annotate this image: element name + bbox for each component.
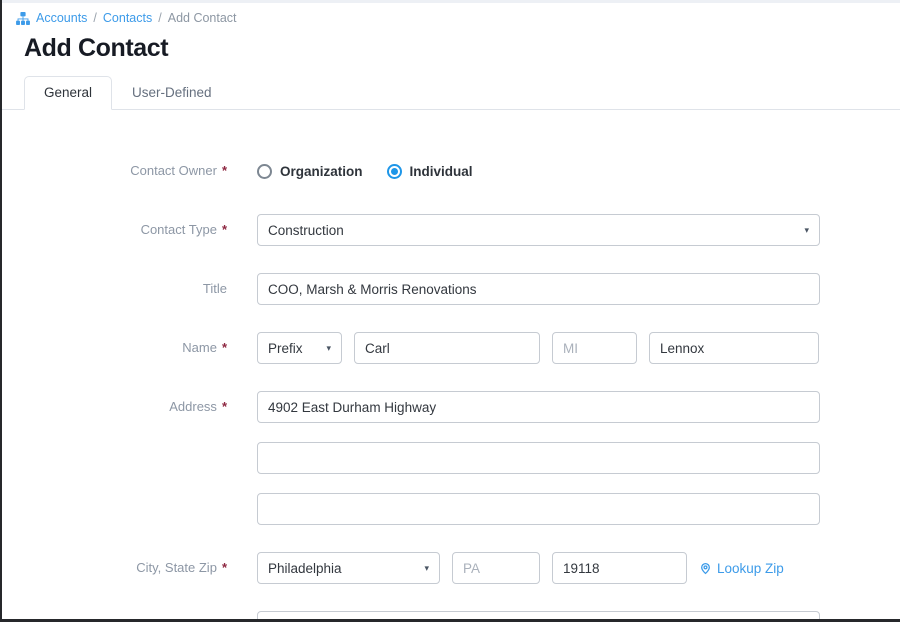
contact-owner-label: Contact Owner * (2, 155, 227, 187)
name-label: Name * (2, 332, 227, 364)
chevron-down-icon: ▾ (804, 226, 809, 235)
form-row-address-2 (2, 442, 900, 474)
form-row-name: Name * Prefix ▾ (2, 332, 900, 364)
form-row-title: Title (2, 273, 900, 305)
email-input[interactable] (257, 611, 820, 622)
page-title: Add Contact (24, 34, 900, 63)
breadcrumb-separator: / (93, 11, 96, 25)
name-prefix-select[interactable]: Prefix ▾ (257, 332, 342, 364)
city-state-zip-label: City, State Zip * (2, 552, 227, 584)
address-label: Address * (2, 391, 227, 423)
label-text: Contact Owner (130, 163, 217, 178)
lookup-zip-label: Lookup Zip (717, 561, 784, 576)
email-label: Email (2, 611, 227, 622)
breadcrumb-contacts[interactable]: Contacts (103, 11, 152, 25)
lookup-zip-link[interactable]: Lookup Zip (699, 561, 784, 576)
label-text: Title (203, 281, 227, 296)
title-input[interactable] (257, 273, 820, 305)
radio-individual-label: Individual (410, 164, 473, 179)
radio-selected-icon[interactable] (387, 164, 402, 179)
label-text: Contact Type (141, 222, 217, 237)
radio-organization[interactable]: Organization (257, 164, 363, 179)
address-line3-input[interactable] (257, 493, 820, 525)
form-row-contact-type: Contact Type * Construction ▾ (2, 214, 900, 246)
address-line1-input[interactable] (257, 391, 820, 423)
first-name-input[interactable] (354, 332, 540, 364)
contact-owner-radio-group: Organization Individual (257, 155, 473, 187)
title-label: Title (2, 273, 227, 305)
radio-individual[interactable]: Individual (387, 164, 473, 179)
breadcrumb: Accounts / Contacts / Add Contact (2, 3, 900, 25)
last-name-input[interactable] (649, 332, 819, 364)
form-row-contact-owner: Contact Owner * Organization Individual (2, 155, 900, 187)
required-marker: * (222, 222, 227, 237)
tab-general[interactable]: General (24, 76, 112, 110)
city-value: Philadelphia (268, 561, 342, 576)
breadcrumb-accounts[interactable]: Accounts (36, 11, 87, 25)
radio-organization-label: Organization (280, 164, 363, 179)
contact-type-value: Construction (268, 223, 344, 238)
contact-type-label: Contact Type * (2, 214, 227, 246)
city-select[interactable]: Philadelphia ▾ (257, 552, 440, 584)
tab-bar: General User-Defined (2, 76, 900, 110)
tab-user-defined[interactable]: User-Defined (112, 76, 232, 109)
chevron-down-icon: ▾ (424, 564, 429, 573)
map-pin-icon (699, 561, 712, 576)
required-marker: * (222, 399, 227, 414)
breadcrumb-current: Add Contact (168, 11, 237, 25)
required-marker: * (222, 340, 227, 355)
required-marker: * (222, 163, 227, 178)
add-contact-form: Contact Owner * Organization Individual C… (2, 110, 900, 622)
app-window: Accounts / Contacts / Add Contact Add Co… (0, 0, 900, 622)
chevron-down-icon: ▾ (326, 344, 331, 353)
address-line2-input[interactable] (257, 442, 820, 474)
required-marker: * (222, 560, 227, 575)
radio-circle-icon[interactable] (257, 164, 272, 179)
sitemap-icon (16, 12, 30, 25)
breadcrumb-separator: / (158, 11, 161, 25)
name-prefix-value: Prefix (268, 341, 303, 356)
form-row-address-1: Address * (2, 391, 900, 423)
label-text: City, State Zip (136, 560, 217, 575)
label-text: Name (182, 340, 217, 355)
form-row-email: Email (2, 611, 900, 622)
middle-initial-input[interactable] (552, 332, 637, 364)
zip-input[interactable] (552, 552, 687, 584)
form-row-address-3 (2, 493, 900, 525)
contact-type-select[interactable]: Construction ▾ (257, 214, 820, 246)
label-text: Address (169, 399, 217, 414)
form-row-city-state-zip: City, State Zip * Philadelphia ▾ Lookup Z… (2, 552, 900, 584)
state-input[interactable] (452, 552, 540, 584)
